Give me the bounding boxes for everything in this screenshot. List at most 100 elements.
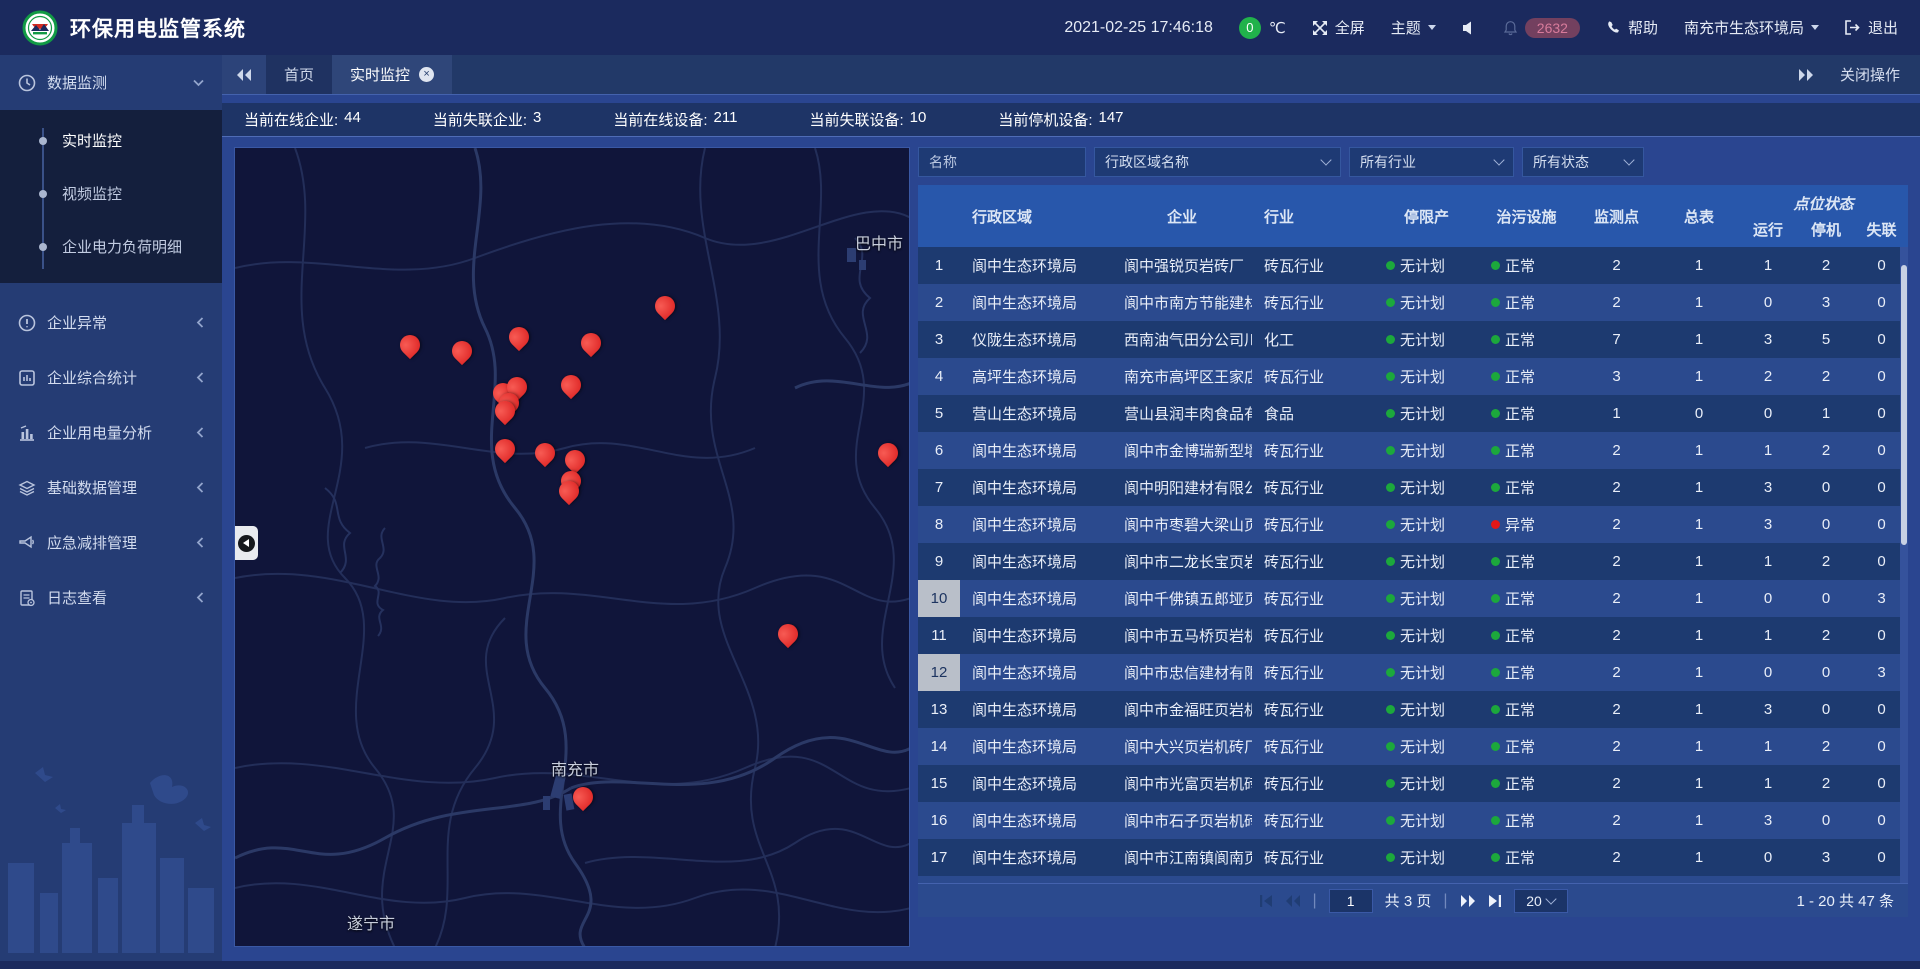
cell-region: 阆中生态环境局 bbox=[960, 580, 1112, 617]
table-row[interactable]: 3仪陇生态环境局西南油气田分公司川中化工无计划正常71350 bbox=[918, 321, 1908, 358]
region-filter-select[interactable]: 行政区域名称 bbox=[1094, 147, 1341, 177]
sidebar-item-data-monitoring[interactable]: 数据监测 bbox=[0, 55, 222, 110]
next-page-button[interactable] bbox=[1460, 895, 1476, 907]
temperature: 0 ℃ bbox=[1239, 17, 1286, 39]
sidebar-item-log-view[interactable]: 日志查看 bbox=[0, 570, 222, 625]
cell-company: 阆中大兴页岩机砖厂 bbox=[1112, 728, 1252, 765]
cell-meters: 1 bbox=[1659, 654, 1739, 691]
sidebar-item-video-monitoring[interactable]: 视频监控 bbox=[0, 167, 222, 220]
status-filter-select[interactable]: 所有状态 bbox=[1522, 147, 1644, 177]
map-city-label: 巴中市 bbox=[855, 230, 903, 254]
cell-facility: 正常 bbox=[1479, 580, 1574, 617]
cell-facility: 正常 bbox=[1479, 617, 1574, 654]
map-panel[interactable]: 巴中市南充市遂宁市 bbox=[234, 147, 910, 947]
tab-close-icon[interactable]: × bbox=[419, 67, 434, 82]
cell-points: 2 bbox=[1574, 691, 1659, 728]
cell-industry: 砖瓦行业 bbox=[1252, 839, 1374, 876]
chevron-down-icon bbox=[1811, 25, 1819, 30]
status-dot bbox=[1491, 853, 1500, 862]
table-row[interactable]: 2阆中生态环境局阆中市南方节能建材有砖瓦行业无计划正常21030 bbox=[918, 284, 1908, 321]
cell-facility: 正常 bbox=[1479, 247, 1574, 284]
cell-points: 2 bbox=[1574, 284, 1659, 321]
cell-region: 营山生态环境局 bbox=[960, 395, 1112, 432]
cell-plan: 无计划 bbox=[1374, 802, 1479, 839]
status-dot bbox=[1491, 335, 1500, 344]
status-dot bbox=[1491, 520, 1500, 529]
sidebar-item-enterprise-abnormal[interactable]: 企业异常 bbox=[0, 295, 222, 350]
cell-stop: 5 bbox=[1797, 321, 1855, 358]
sidebar-item-power-load-detail[interactable]: 企业电力负荷明细 bbox=[0, 220, 222, 273]
table-row[interactable]: 5营山生态环境局营山县润丰肉食品有限食品无计划正常10010 bbox=[918, 395, 1908, 432]
close-operations-button[interactable]: 关闭操作 bbox=[1840, 64, 1900, 85]
table-row[interactable]: 16阆中生态环境局阆中市石子页岩机砖厂砖瓦行业无计划正常21300 bbox=[918, 802, 1908, 839]
status-dot bbox=[1386, 742, 1395, 751]
first-page-button[interactable] bbox=[1259, 895, 1273, 907]
sidebar-item-power-usage-analysis[interactable]: 企业用电量分析 bbox=[0, 405, 222, 460]
last-page-button[interactable] bbox=[1488, 895, 1502, 907]
status-dot bbox=[1491, 557, 1500, 566]
table-row[interactable]: 4高坪生态环境局南充市高坪区王家店建砖瓦行业无计划正常31220 bbox=[918, 358, 1908, 395]
logout-button[interactable]: 退出 bbox=[1845, 17, 1898, 38]
chevron-down-icon bbox=[1545, 893, 1556, 904]
cell-stop: 0 bbox=[1797, 469, 1855, 506]
sidebar-item-enterprise-statistics[interactable]: 企业综合统计 bbox=[0, 350, 222, 405]
cell-plan: 无计划 bbox=[1374, 876, 1479, 883]
user-dropdown[interactable]: 南充市生态环境局 bbox=[1684, 17, 1819, 38]
mute-button[interactable] bbox=[1462, 21, 1477, 35]
column-header-region: 行政区域 bbox=[960, 185, 1112, 247]
table-row[interactable]: 10阆中生态环境局阆中千佛镇五郎垭页岩砖瓦行业无计划正常21003 bbox=[918, 580, 1908, 617]
page-size-select[interactable]: 20 bbox=[1514, 889, 1568, 913]
scrollbar-thumb[interactable] bbox=[1901, 265, 1907, 545]
table-row[interactable]: 11阆中生态环境局阆中市五马桥页岩机砖砖瓦行业无计划正常21120 bbox=[918, 617, 1908, 654]
theme-dropdown[interactable]: 主题 bbox=[1391, 17, 1436, 38]
cell-company: 阆中千佛镇五郎垭页岩 bbox=[1112, 580, 1252, 617]
sidebar-item-realtime-monitoring[interactable]: 实时监控 bbox=[0, 114, 222, 167]
prev-page-icon bbox=[1285, 895, 1301, 907]
map-city-label: 南充市 bbox=[551, 756, 599, 780]
table-row[interactable]: 7阆中生态环境局阆中明阳建材有限公司砖瓦行业无计划正常21300 bbox=[918, 469, 1908, 506]
table-row[interactable]: 12阆中生态环境局阆中市忠信建材有限公砖瓦行业无计划正常21003 bbox=[918, 654, 1908, 691]
notifications[interactable]: 2632 bbox=[1503, 18, 1580, 38]
double-chevron-left-icon bbox=[236, 69, 252, 81]
sidebar-item-base-data-management[interactable]: 基础数据管理 bbox=[0, 460, 222, 515]
table-row[interactable]: 15阆中生态环境局阆中市光富页岩机砖厂砖瓦行业无计划正常21120 bbox=[918, 765, 1908, 802]
table-row[interactable]: 13阆中生态环境局阆中市金福旺页岩机砖砖瓦行业无计划正常21300 bbox=[918, 691, 1908, 728]
table-scrollbar[interactable] bbox=[1900, 247, 1908, 883]
cell-run: 3 bbox=[1739, 506, 1797, 543]
help-button[interactable]: 帮助 bbox=[1606, 17, 1658, 38]
prev-page-button[interactable] bbox=[1285, 895, 1301, 907]
column-header-plan: 停限产 bbox=[1374, 185, 1479, 247]
cell-stop: 2 bbox=[1797, 765, 1855, 802]
cell-meters: 1 bbox=[1659, 580, 1739, 617]
cell-run: 3 bbox=[1739, 469, 1797, 506]
sidebar-collapse-handle[interactable] bbox=[235, 526, 258, 560]
table-row[interactable]: 6阆中生态环境局阆中市金博瑞新型墙材砖瓦行业无计划正常21120 bbox=[918, 432, 1908, 469]
tab-home[interactable]: 首页 bbox=[266, 55, 332, 94]
industry-filter-select[interactable]: 所有行业 bbox=[1349, 147, 1514, 177]
table-row[interactable]: 18南部生态环境局南部县砖化水泥有限公建材加工无计划正常62050 bbox=[918, 876, 1908, 883]
table-row[interactable]: 9阆中生态环境局阆中市二龙长宝页岩砖砖瓦行业无计划正常21120 bbox=[918, 543, 1908, 580]
table-row[interactable]: 14阆中生态环境局阆中大兴页岩机砖厂砖瓦行业无计划正常21120 bbox=[918, 728, 1908, 765]
name-filter-input[interactable] bbox=[918, 147, 1086, 177]
cell-idx: 10 bbox=[918, 580, 960, 617]
tab-realtime-monitoring[interactable]: 实时监控 × bbox=[332, 55, 452, 94]
cell-industry: 砖瓦行业 bbox=[1252, 543, 1374, 580]
cell-industry: 砖瓦行业 bbox=[1252, 284, 1374, 321]
table-row[interactable]: 17阆中生态环境局阆中市江南镇阆南页岩砖瓦行业无计划正常21030 bbox=[918, 839, 1908, 876]
tabs-scroll-left-button[interactable] bbox=[222, 55, 266, 94]
cell-plan: 无计划 bbox=[1374, 654, 1479, 691]
page-number-input[interactable] bbox=[1329, 889, 1373, 913]
megaphone-icon bbox=[18, 534, 36, 552]
table-row[interactable]: 1阆中生态环境局阆中强锐页岩砖厂砖瓦行业无计划正常21120 bbox=[918, 247, 1908, 284]
double-chevron-right-icon[interactable] bbox=[1798, 69, 1814, 81]
datetime: 2021-02-25 17:46:18 bbox=[1064, 19, 1213, 37]
stat-offline-devices: 当前失联设备:10 bbox=[809, 109, 926, 130]
cell-facility: 正常 bbox=[1479, 358, 1574, 395]
cell-facility: 正常 bbox=[1479, 728, 1574, 765]
footer-strip bbox=[0, 961, 1920, 969]
fullscreen-button[interactable]: 全屏 bbox=[1312, 17, 1365, 38]
table-row[interactable]: 8阆中生态环境局阆中市枣碧大梁山页岩砖瓦行业无计划异常21300 bbox=[918, 506, 1908, 543]
cell-company: 阆中明阳建材有限公司 bbox=[1112, 469, 1252, 506]
table-header: 行政区域 企业 行业 停限产 治污设施 监测点 总表 点位状态 运行 停机 失联 bbox=[918, 185, 1908, 247]
sidebar-item-emergency-reduction[interactable]: 应急减排管理 bbox=[0, 515, 222, 570]
